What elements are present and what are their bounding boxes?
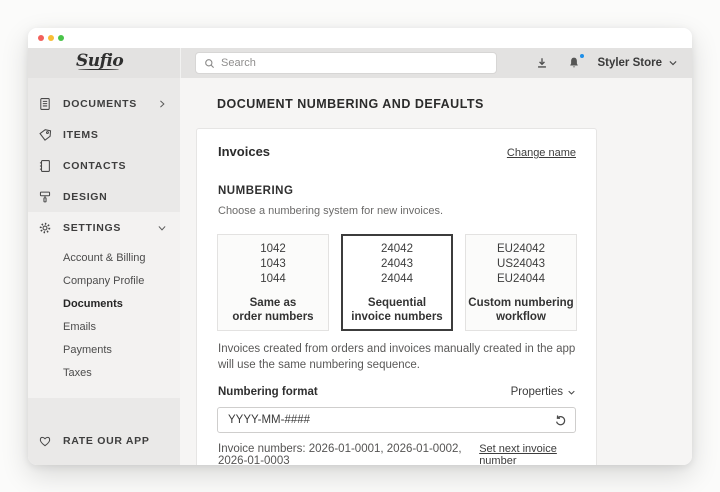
sidebar-item-documents[interactable]: DOCUMENTS bbox=[28, 88, 180, 119]
sidebar-item-label: ITEMS bbox=[63, 128, 99, 141]
search-box[interactable] bbox=[195, 52, 497, 74]
option-example-numbers: 24042 24043 24044 bbox=[381, 242, 413, 285]
sidebar-item-label: DESIGN bbox=[63, 190, 108, 203]
numbering-section-heading: NUMBERING bbox=[218, 185, 294, 197]
sidebar-item-label: DOCUMENTS bbox=[63, 97, 137, 110]
rate-our-app-label: RATE OUR APP bbox=[63, 435, 150, 447]
chevron-down-icon bbox=[568, 390, 575, 395]
main-content: DOCUMENT NUMBERING AND DEFAULTS Invoices… bbox=[180, 78, 692, 465]
option-label: Sequential invoice numbers bbox=[351, 296, 443, 323]
numbering-note: Invoices created from orders and invoice… bbox=[218, 343, 576, 371]
app-logo: Sufio bbox=[76, 51, 124, 71]
sidebar: DOCUMENTS ITEMS CONTACTS DESIGN SETTINGS… bbox=[28, 78, 180, 465]
properties-dropdown[interactable]: Properties bbox=[511, 386, 576, 398]
chevron-down-icon bbox=[669, 61, 677, 66]
app-window: Sufio Styler Store bbox=[28, 28, 692, 465]
numbering-format-input[interactable] bbox=[217, 407, 576, 433]
option-same-as-order-numbers[interactable]: 1042 1043 1044 Same as order numbers bbox=[217, 234, 329, 331]
option-sequential-invoice-numbers[interactable]: 24042 24043 24044 Sequential invoice num… bbox=[341, 234, 453, 331]
tag-icon bbox=[37, 127, 52, 142]
search-icon bbox=[205, 58, 215, 68]
sidebar-subitem-taxes[interactable]: Taxes bbox=[28, 361, 180, 384]
close-window-button[interactable] bbox=[38, 35, 44, 41]
numbering-options: 1042 1043 1044 Same as order numbers 240… bbox=[217, 234, 577, 331]
invoice-numbers-preview: Invoice numbers: 2026-01-0001, 2026-01-0… bbox=[218, 443, 462, 465]
option-example-numbers: EU24042 US24043 EU24044 bbox=[497, 242, 545, 285]
sidebar-item-items[interactable]: ITEMS bbox=[28, 119, 180, 150]
account-name: Styler Store bbox=[597, 57, 662, 69]
download-icon bbox=[538, 58, 547, 68]
page-title: DOCUMENT NUMBERING AND DEFAULTS bbox=[217, 97, 484, 111]
notification-dot bbox=[579, 53, 586, 59]
option-label: Same as order numbers bbox=[232, 296, 314, 323]
search-input[interactable] bbox=[221, 57, 488, 69]
sidebar-item-label: SETTINGS bbox=[63, 221, 122, 234]
app-header: Sufio Styler Store bbox=[28, 48, 692, 78]
option-label: Custom numbering workflow bbox=[468, 296, 574, 323]
numbering-format-label: Numbering format bbox=[218, 386, 318, 398]
gear-icon bbox=[37, 220, 52, 235]
settings-group: SETTINGS Account & Billing Company Profi… bbox=[28, 212, 180, 398]
sidebar-subitem-company-profile[interactable]: Company Profile bbox=[28, 269, 180, 292]
chevron-down-icon bbox=[156, 222, 168, 234]
chevron-right-icon bbox=[156, 98, 168, 110]
sidebar-item-settings[interactable]: SETTINGS bbox=[28, 212, 180, 243]
set-next-invoice-number-link[interactable]: Set next invoice number bbox=[479, 443, 576, 465]
reset-format-button[interactable] bbox=[552, 412, 568, 428]
rate-our-app-button[interactable]: RATE OUR APP bbox=[28, 430, 180, 452]
sidebar-item-design[interactable]: DESIGN bbox=[28, 181, 180, 212]
sidebar-item-contacts[interactable]: CONTACTS bbox=[28, 150, 180, 181]
sidebar-subitem-documents[interactable]: Documents bbox=[28, 292, 180, 315]
notifications-button[interactable] bbox=[565, 53, 586, 72]
maximize-window-button[interactable] bbox=[58, 35, 64, 41]
sidebar-item-label: CONTACTS bbox=[63, 159, 127, 172]
paint-roller-icon bbox=[37, 189, 52, 204]
card-title: Invoices bbox=[218, 144, 271, 159]
option-custom-numbering-workflow[interactable]: EU24042 US24043 EU24044 Custom numbering… bbox=[465, 234, 577, 331]
change-name-link[interactable]: Change name bbox=[507, 147, 576, 159]
export-download-button[interactable] bbox=[533, 54, 551, 72]
contacts-book-icon bbox=[37, 158, 52, 173]
document-icon bbox=[37, 96, 52, 111]
undo-reset-icon bbox=[555, 414, 565, 425]
header-divider bbox=[180, 48, 181, 78]
option-example-numbers: 1042 1043 1044 bbox=[260, 242, 286, 285]
sidebar-subitem-payments[interactable]: Payments bbox=[28, 338, 180, 361]
window-titlebar bbox=[28, 28, 692, 48]
numbering-section-description: Choose a numbering system for new invoic… bbox=[218, 205, 443, 217]
account-menu[interactable]: Styler Store bbox=[597, 57, 678, 69]
minimize-window-button[interactable] bbox=[48, 35, 54, 41]
heart-icon bbox=[37, 434, 52, 449]
invoices-settings-card: Invoices Change name NUMBERING Choose a … bbox=[196, 128, 597, 465]
sidebar-subitem-account-billing[interactable]: Account & Billing bbox=[28, 246, 180, 269]
sidebar-subitem-emails[interactable]: Emails bbox=[28, 315, 180, 338]
